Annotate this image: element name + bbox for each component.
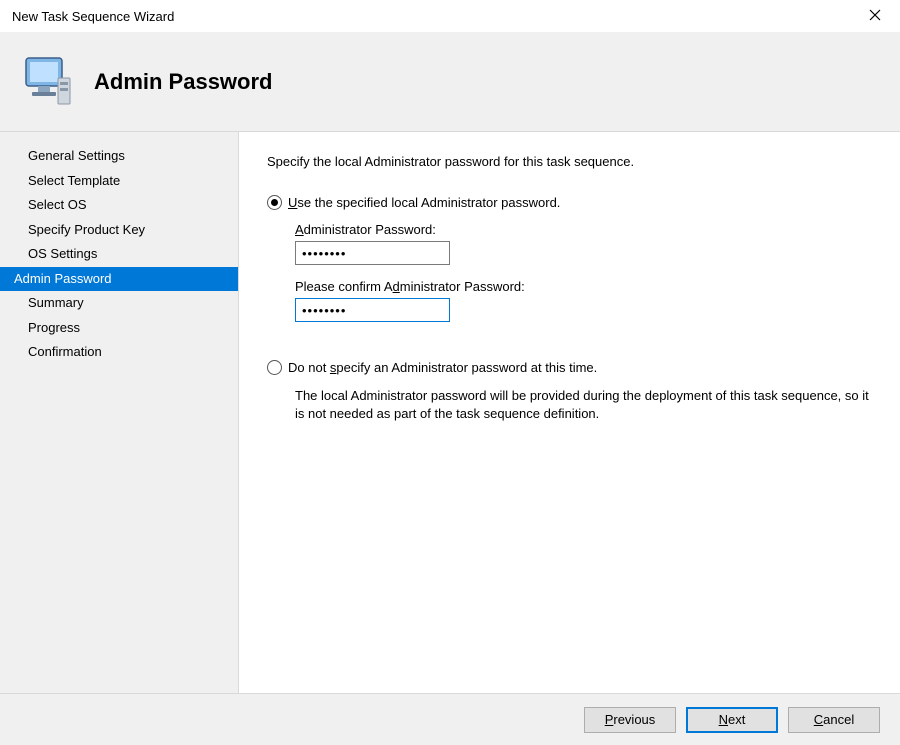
wizard-body: General Settings Select Template Select … <box>0 131 900 693</box>
page-header: Admin Password <box>0 32 900 131</box>
confirm-password-input[interactable] <box>295 298 450 322</box>
option-do-not-specify[interactable]: Do not specify an Administrator password… <box>267 360 872 375</box>
cancel-button[interactable]: Cancel <box>788 707 880 733</box>
sidebar-item-select-os[interactable]: Select OS <box>0 193 238 218</box>
radio-use-specified[interactable] <box>267 195 282 210</box>
option-do-not-specify-label: Do not specify an Administrator password… <box>288 360 597 375</box>
admin-password-input[interactable] <box>295 241 450 265</box>
sidebar-item-select-template[interactable]: Select Template <box>0 169 238 194</box>
option-use-specified-label: Use the specified local Administrator pa… <box>288 195 560 210</box>
previous-button[interactable]: Previous <box>584 707 676 733</box>
sidebar-item-summary[interactable]: Summary <box>0 291 238 316</box>
password-fields: Administrator Password: Please confirm A… <box>295 218 872 332</box>
admin-password-label: Administrator Password: <box>295 222 872 237</box>
intro-text: Specify the local Administrator password… <box>267 154 872 169</box>
window-title: New Task Sequence Wizard <box>12 9 174 24</box>
page-title: Admin Password <box>94 69 272 95</box>
sidebar-item-specify-product-key[interactable]: Specify Product Key <box>0 218 238 243</box>
wizard-window: New Task Sequence Wizard Admin Password <box>0 0 900 745</box>
wizard-footer: Previous Next Cancel <box>0 693 900 745</box>
option-use-specified-password[interactable]: Use the specified local Administrator pa… <box>267 195 872 210</box>
confirm-password-label: Please confirm Administrator Password: <box>295 279 872 294</box>
next-button[interactable]: Next <box>686 707 778 733</box>
radio-do-not-specify[interactable] <box>267 360 282 375</box>
sidebar-item-general-settings[interactable]: General Settings <box>0 144 238 169</box>
sidebar-item-progress[interactable]: Progress <box>0 316 238 341</box>
monitor-icon <box>24 52 72 111</box>
wizard-sidebar: General Settings Select Template Select … <box>0 132 238 693</box>
option-do-not-specify-note: The local Administrator password will be… <box>295 387 872 422</box>
close-button[interactable] <box>856 2 894 30</box>
titlebar: New Task Sequence Wizard <box>0 0 900 32</box>
close-icon <box>869 9 881 24</box>
sidebar-item-os-settings[interactable]: OS Settings <box>0 242 238 267</box>
sidebar-item-confirmation[interactable]: Confirmation <box>0 340 238 365</box>
wizard-content: Specify the local Administrator password… <box>238 132 900 693</box>
sidebar-item-admin-password[interactable]: Admin Password <box>0 267 238 292</box>
